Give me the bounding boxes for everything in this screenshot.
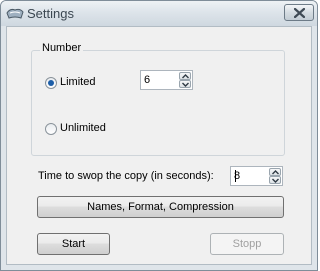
spin-up-button[interactable] (179, 72, 191, 80)
unlimited-label: Unlimited (60, 122, 106, 134)
close-button[interactable] (284, 4, 314, 21)
spin-down-button[interactable] (269, 176, 281, 184)
names-format-compression-button[interactable]: Names, Format, Compression (37, 196, 284, 218)
chevron-up-icon (182, 74, 189, 79)
limited-label: Limited (60, 76, 96, 88)
number-group-legend: Number (40, 42, 84, 54)
spin-up-button[interactable] (269, 168, 281, 176)
number-groupbox (31, 50, 285, 156)
unlimited-radio[interactable] (45, 123, 57, 135)
chevron-down-icon (182, 82, 189, 87)
close-icon (294, 8, 305, 18)
chevron-down-icon (272, 178, 279, 183)
limited-count-spinner[interactable]: 6 (140, 70, 193, 90)
stop-button[interactable]: Stopp (210, 233, 284, 255)
window-title: Settings (27, 6, 74, 21)
settings-app-icon (6, 7, 24, 20)
spinner-arrows (179, 72, 191, 88)
swap-time-spinner[interactable]: 8 (230, 166, 283, 186)
swap-time-value[interactable]: 8 (234, 170, 240, 182)
names-format-compression-label: Names, Format, Compression (87, 201, 234, 213)
limited-radio[interactable] (45, 77, 57, 89)
spin-down-button[interactable] (179, 80, 191, 88)
start-label: Start (61, 238, 86, 250)
spinner-arrows (269, 168, 281, 184)
chevron-up-icon (272, 170, 279, 175)
swap-time-label: Time to swop the copy (in seconds): (38, 170, 214, 182)
limited-count-value[interactable]: 6 (144, 74, 150, 86)
title-bar[interactable]: Settings (1, 1, 317, 26)
stop-label: Stopp (232, 238, 262, 250)
start-button[interactable]: Start (37, 233, 110, 255)
